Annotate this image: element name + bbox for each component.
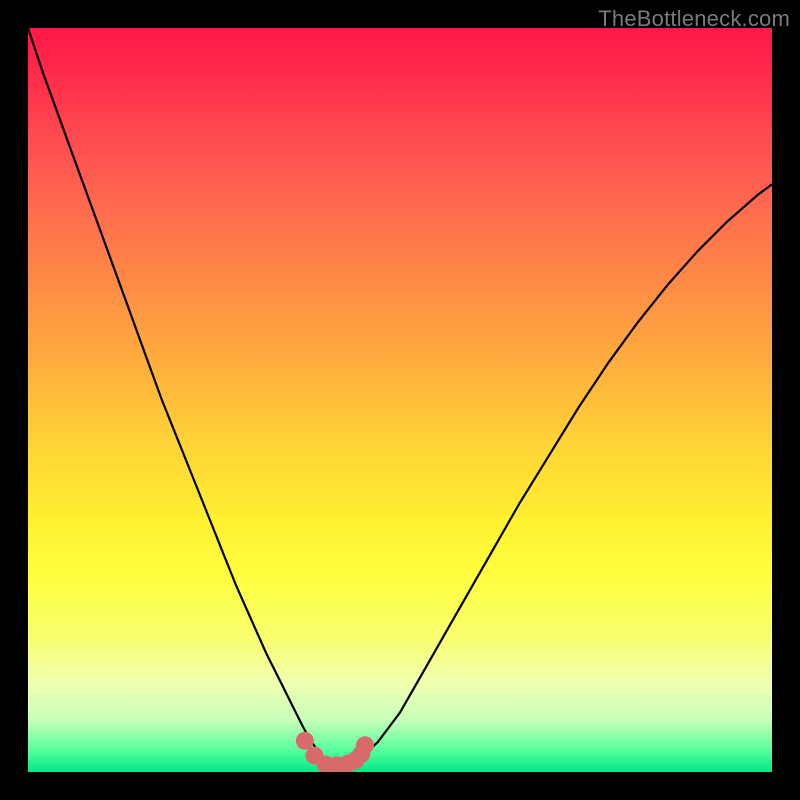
- chart-svg-layer: [28, 28, 772, 772]
- chart-container: TheBottleneck.com: [0, 0, 800, 800]
- bottleneck-curve: [28, 28, 772, 766]
- marker-dot: [356, 736, 374, 754]
- plot-area: [28, 28, 772, 772]
- optimal-zone-markers: [296, 732, 374, 772]
- watermark-text: TheBottleneck.com: [598, 6, 790, 32]
- marker-dot: [296, 732, 314, 750]
